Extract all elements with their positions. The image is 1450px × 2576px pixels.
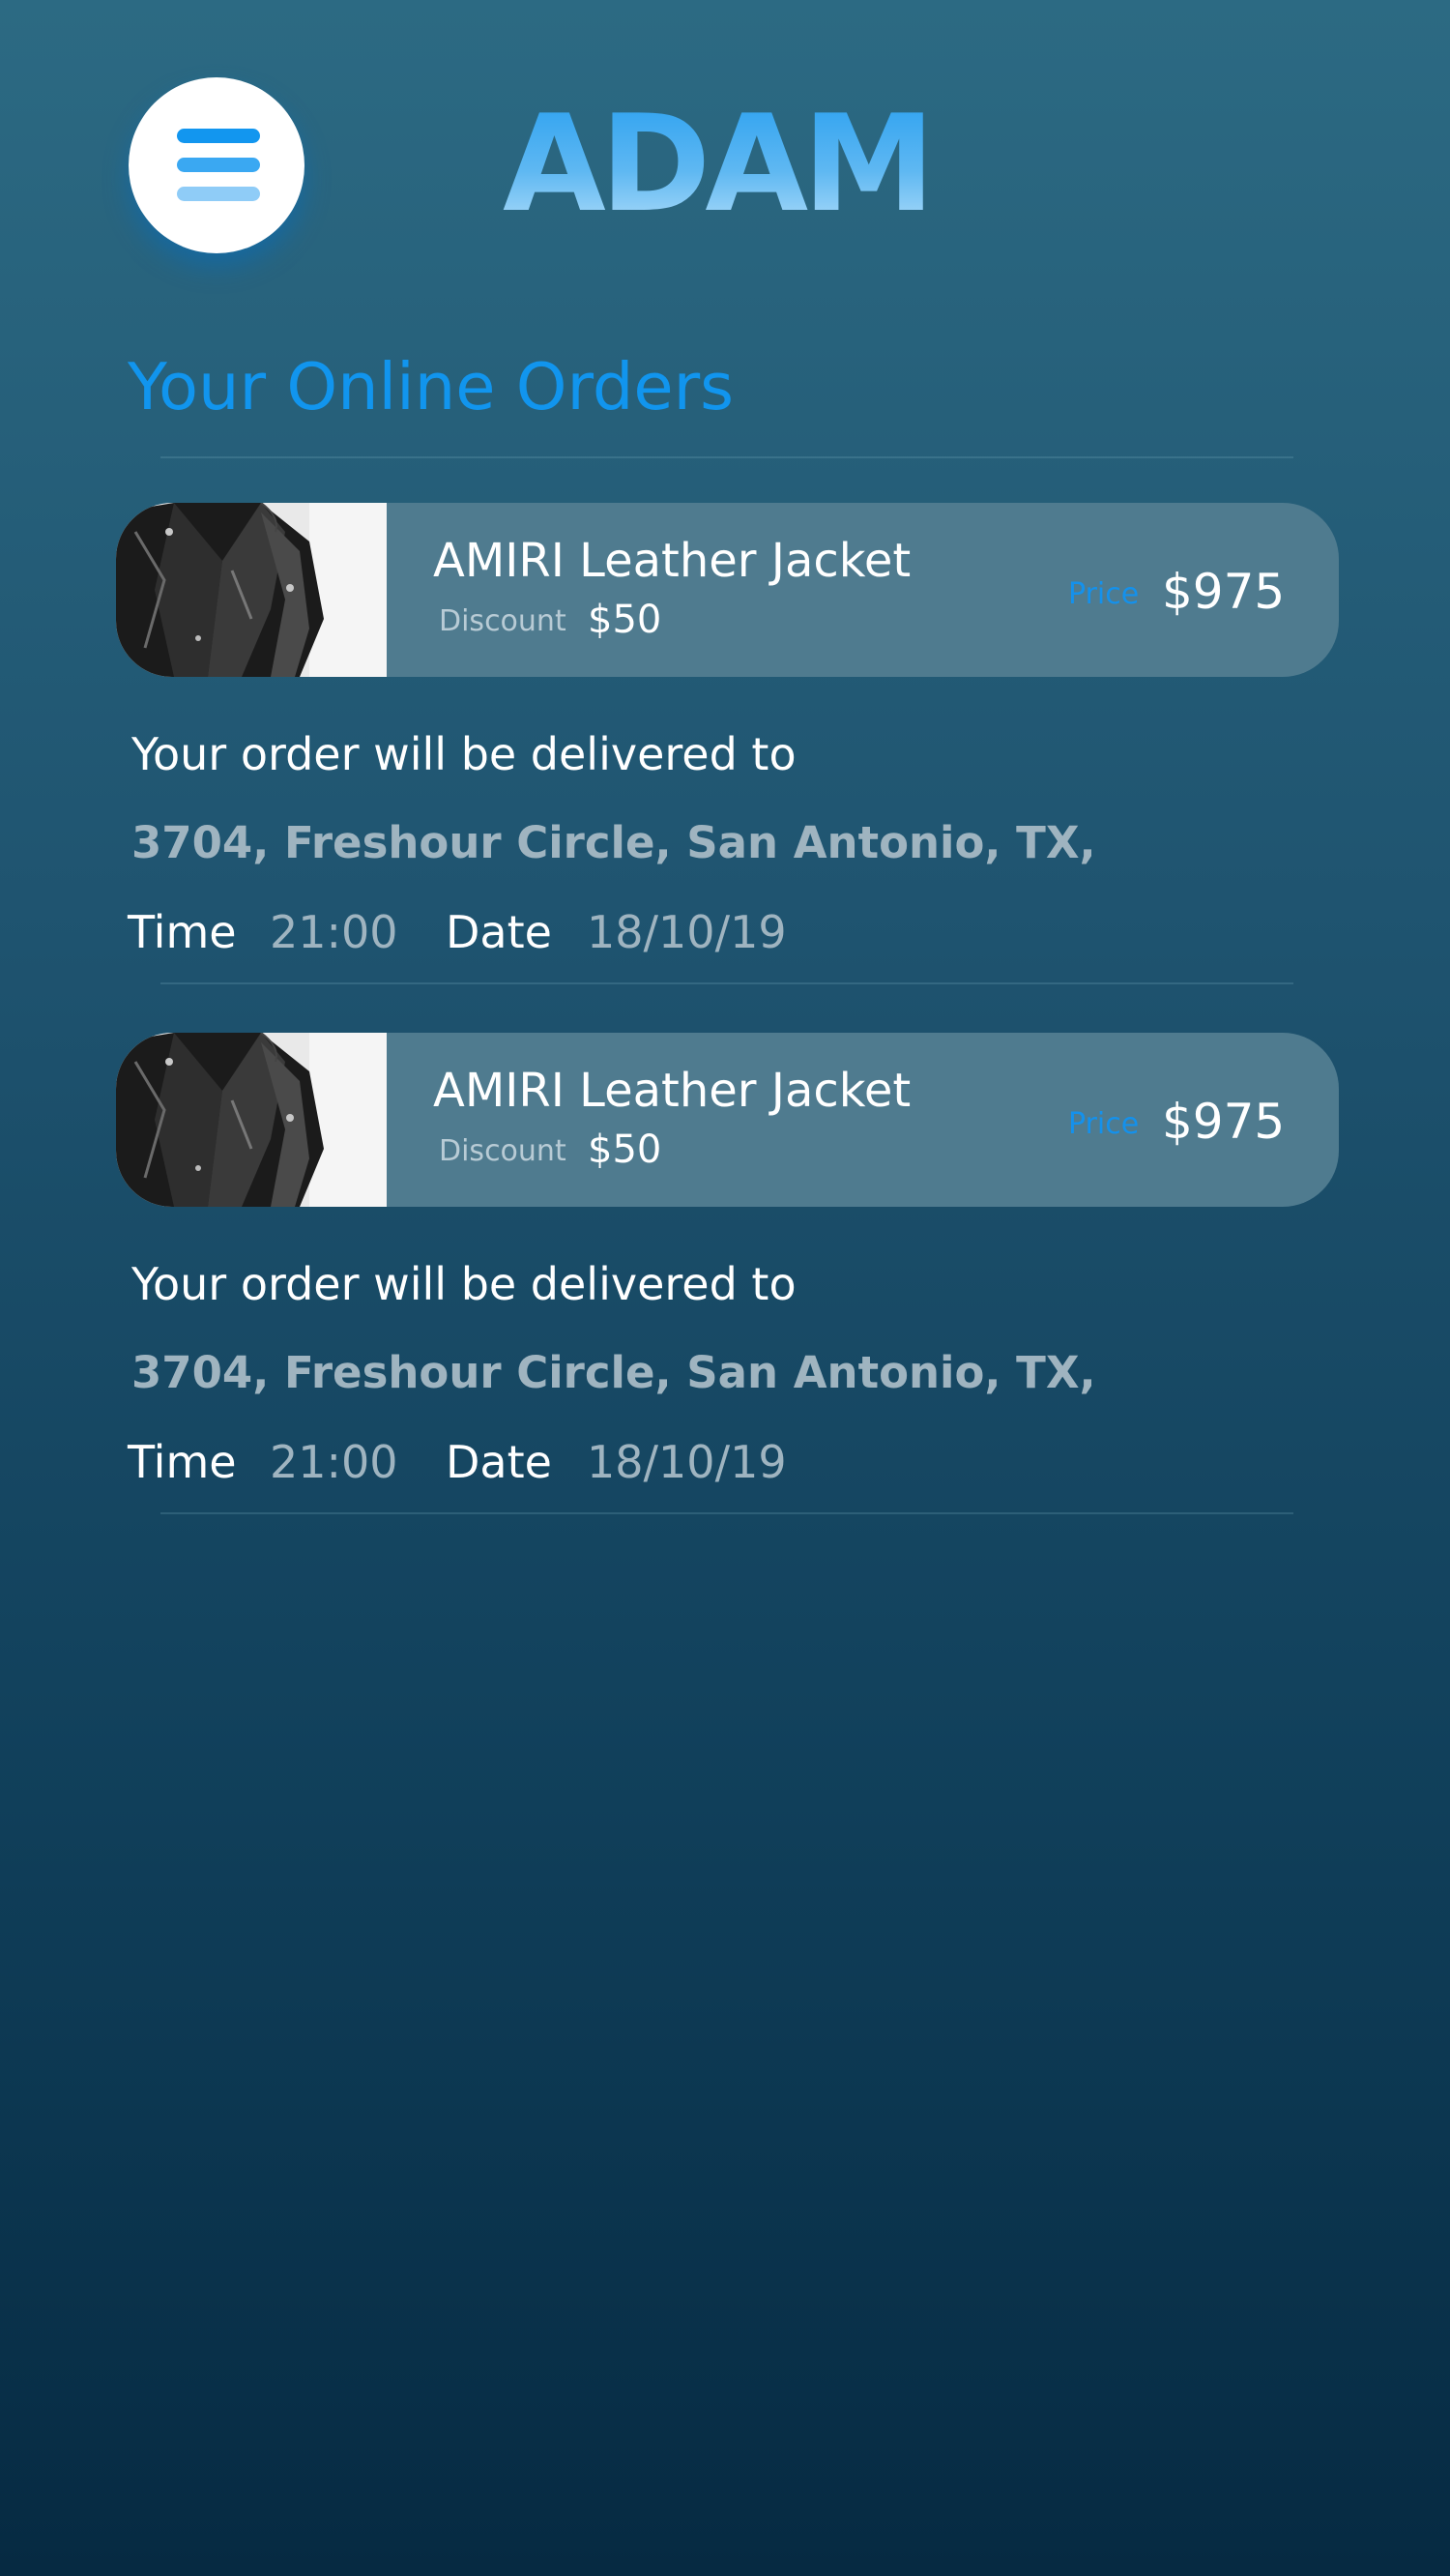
date-label: Date bbox=[446, 1436, 552, 1488]
time-label: Time bbox=[128, 1436, 237, 1488]
time-label: Time bbox=[128, 906, 237, 958]
discount-label: Discount bbox=[439, 604, 566, 638]
hamburger-menu-icon-bar-middle bbox=[177, 158, 260, 172]
discount-label: Discount bbox=[439, 1134, 566, 1168]
page-title: Your Online Orders bbox=[128, 349, 735, 424]
delivery-heading: Your order will be delivered to bbox=[131, 1258, 797, 1310]
product-image bbox=[116, 1033, 387, 1207]
order-card[interactable]: AMIRI Leather Jacket Discount $50 Price … bbox=[116, 1033, 1339, 1207]
delivery-address: 3704, Freshour Circle, San Antonio, TX, bbox=[131, 817, 1096, 868]
price-value: $975 bbox=[1162, 564, 1286, 620]
date-label: Date bbox=[446, 906, 552, 958]
price-label: Price bbox=[1068, 577, 1140, 611]
discount-value: $50 bbox=[588, 1127, 662, 1172]
date-value: 18/10/19 bbox=[587, 906, 787, 958]
hamburger-menu-icon-bar-bottom bbox=[177, 187, 260, 201]
price-value: $975 bbox=[1162, 1094, 1286, 1150]
order-card[interactable]: AMIRI Leather Jacket Discount $50 Price … bbox=[116, 503, 1339, 677]
title-divider bbox=[160, 456, 1293, 458]
date-value: 18/10/19 bbox=[587, 1436, 787, 1488]
time-value: 21:00 bbox=[270, 1436, 398, 1488]
order-divider bbox=[160, 1512, 1293, 1514]
delivery-address: 3704, Freshour Circle, San Antonio, TX, bbox=[131, 1347, 1096, 1398]
item-name: AMIRI Leather Jacket bbox=[433, 1064, 912, 1118]
menu-button[interactable] bbox=[129, 77, 304, 253]
order-divider bbox=[160, 982, 1293, 984]
price-label: Price bbox=[1068, 1107, 1140, 1141]
app-logo: ADAM bbox=[503, 92, 947, 237]
delivery-heading: Your order will be delivered to bbox=[131, 728, 797, 780]
time-value: 21:00 bbox=[270, 906, 398, 958]
hamburger-menu-icon bbox=[177, 129, 260, 143]
discount-value: $50 bbox=[588, 598, 662, 642]
item-name: AMIRI Leather Jacket bbox=[433, 534, 912, 588]
product-image bbox=[116, 503, 387, 677]
